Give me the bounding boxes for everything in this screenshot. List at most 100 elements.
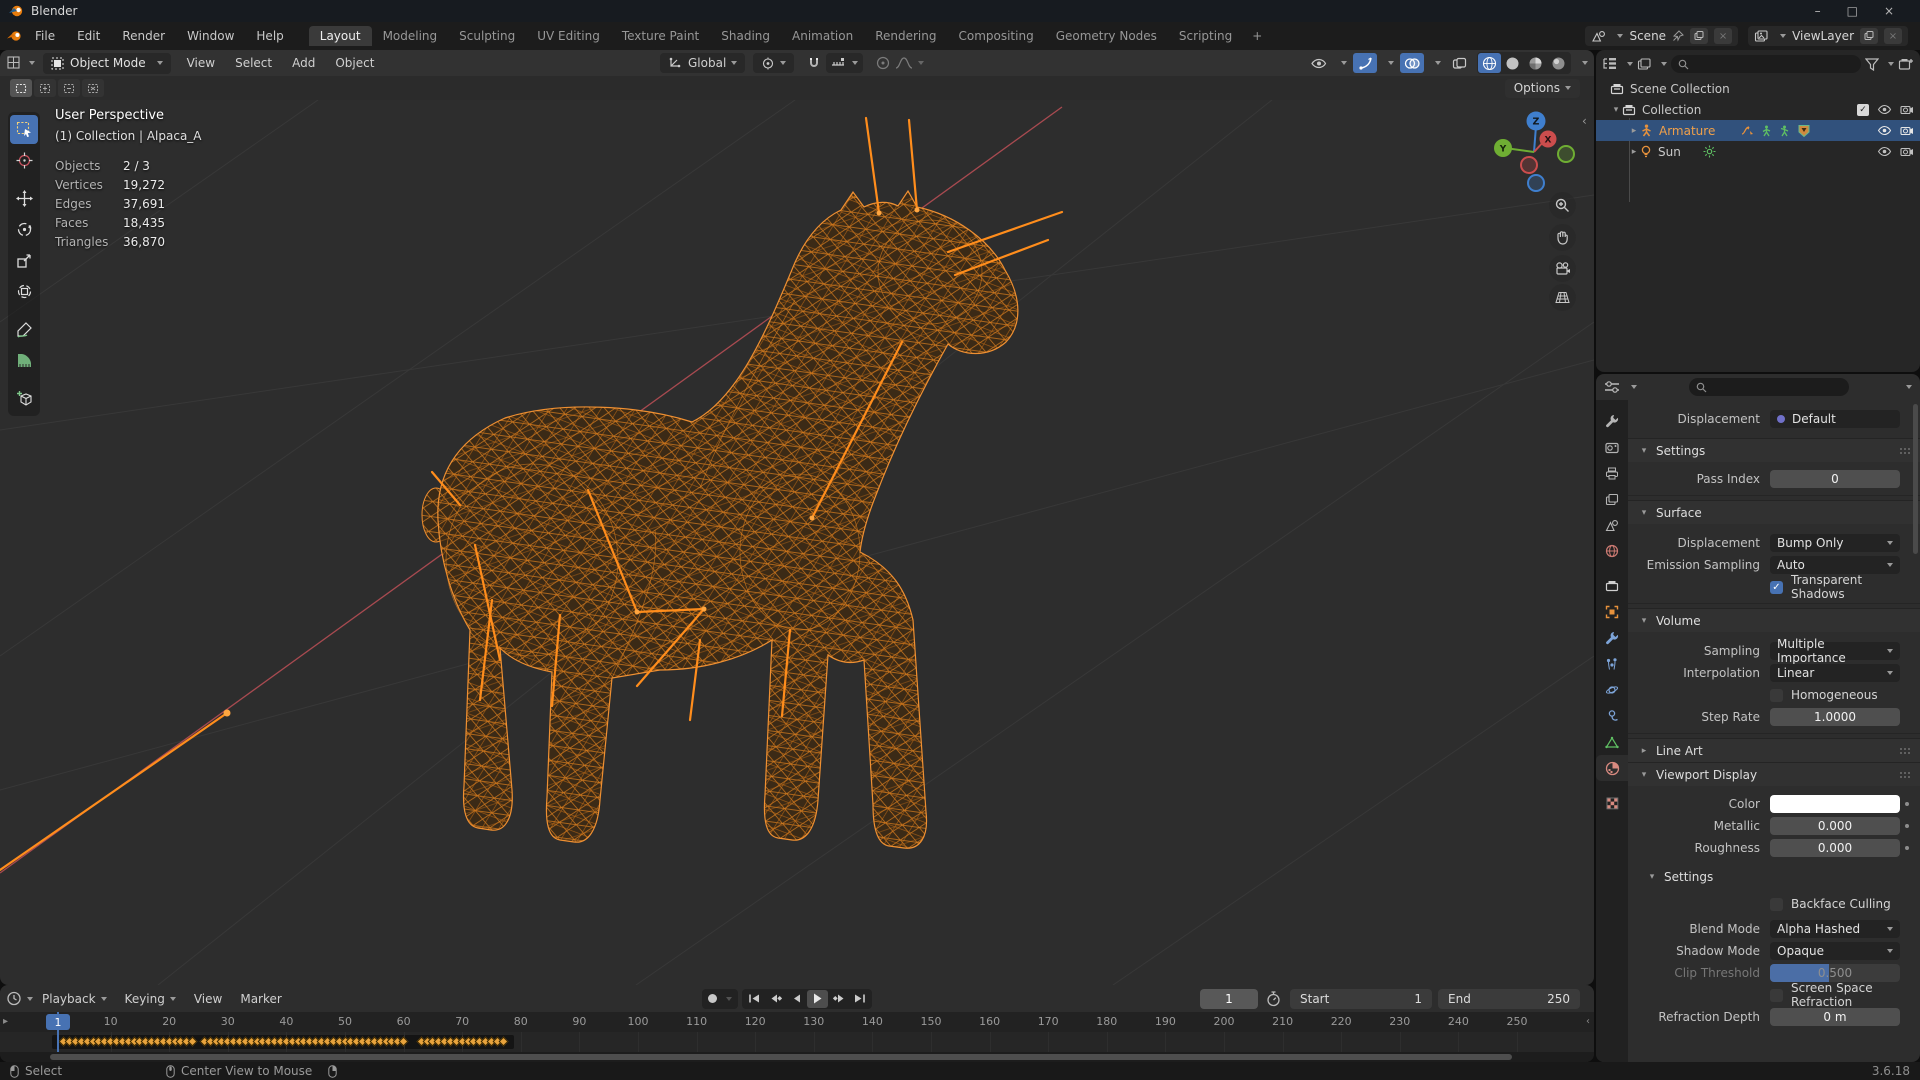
workspace-tab-scripting[interactable]: Scripting (1168, 26, 1243, 46)
volume-interpolation-dropdown[interactable]: Linear (1770, 664, 1900, 682)
shading-solid-button[interactable] (1501, 53, 1524, 73)
viewport-menu-object[interactable]: Object (325, 56, 384, 70)
tab-modifiers[interactable] (1596, 625, 1628, 651)
disclosure-triangle-icon[interactable]: ▾ (1610, 105, 1622, 115)
roughness-field[interactable]: 0.000 (1770, 839, 1900, 857)
menu-render[interactable]: Render (111, 29, 176, 43)
rotate-tool[interactable] (10, 215, 38, 244)
hide-eye-icon[interactable] (1877, 125, 1892, 136)
tab-tool[interactable] (1596, 408, 1628, 434)
alpaca-wireframe-mesh[interactable] (421, 190, 1019, 849)
shadow-mode-dropdown[interactable]: Opaque (1770, 942, 1900, 960)
timeline-menu-playback[interactable]: Playback (33, 992, 116, 1006)
viewport-color-swatch[interactable] (1770, 795, 1900, 813)
current-frame-field[interactable]: 1 (1200, 988, 1258, 1009)
menu-help[interactable]: Help (245, 29, 294, 43)
hide-eye-icon[interactable] (1877, 146, 1892, 157)
scale-tool[interactable] (10, 246, 38, 275)
chevron-down-icon[interactable] (1627, 62, 1633, 66)
metallic-field[interactable]: 0.000 (1770, 817, 1900, 835)
timeline-ruler[interactable]: 10 20 30 40 50 60 70 80 90 100 110 120 130 140 150 160 1… (0, 1012, 1594, 1032)
properties-scrollbar[interactable] (1913, 404, 1918, 554)
menu-window[interactable]: Window (176, 29, 245, 43)
view-layer-selector[interactable]: ViewLayer × (1748, 26, 1908, 46)
shading-material-button[interactable] (1524, 53, 1547, 73)
blend-mode-dropdown[interactable]: Alpha Hashed (1770, 920, 1900, 938)
navigation-gizmo[interactable]: Z X Y (1490, 105, 1582, 201)
panel-header-surface[interactable]: ▾ Surface (1628, 500, 1920, 524)
panel-header-line-art[interactable]: ▸ Line Art (1628, 738, 1920, 762)
collapse-region-icon[interactable]: ‹ (1586, 1016, 1590, 1027)
chevron-down-icon[interactable] (1888, 62, 1894, 66)
proportional-editing-toggle[interactable] (871, 53, 895, 73)
workspace-tab-texture-paint[interactable]: Texture Paint (611, 26, 710, 46)
workspace-tab-animation[interactable]: Animation (781, 26, 864, 46)
transparent-shadows-checkbox[interactable]: ✓ (1770, 580, 1783, 594)
drag-handle-icon[interactable] (1900, 747, 1910, 754)
gizmos-toggle[interactable] (1353, 53, 1377, 73)
gizmo-axis-x-neg[interactable] (1520, 156, 1538, 174)
refraction-depth-field[interactable]: 0 m (1770, 1008, 1900, 1026)
row-label[interactable]: Armature (1659, 124, 1715, 138)
timeline-scrollbar[interactable] (0, 1052, 1594, 1062)
volume-sampling-dropdown[interactable]: Multiple Importance (1770, 637, 1900, 665)
zoom-view-button[interactable] (1549, 192, 1576, 219)
expand-channels-icon[interactable]: ▸ (3, 1016, 8, 1027)
pan-view-button[interactable] (1549, 224, 1576, 251)
chevron-down-icon[interactable] (1435, 61, 1441, 65)
minimize-button[interactable]: – (1815, 4, 1821, 18)
overlays-toggle[interactable] (1400, 53, 1424, 73)
animate-dot-icon[interactable] (1900, 846, 1914, 850)
workspace-tab-geometry-nodes[interactable]: Geometry Nodes (1045, 26, 1168, 46)
disclosure-triangle-icon[interactable]: ▸ (1628, 126, 1640, 136)
chevron-down-icon[interactable] (1631, 385, 1637, 389)
outliner-row-sun[interactable]: ▸ Sun (1596, 141, 1920, 162)
xray-toggle[interactable] (1447, 53, 1471, 73)
select-mode-invert-button[interactable] (82, 79, 104, 97)
cursor-tool[interactable] (10, 146, 38, 175)
row-label[interactable]: Sun (1658, 145, 1681, 159)
backface-culling-checkbox[interactable] (1770, 897, 1783, 911)
workspace-tab-uv-editing[interactable]: UV Editing (526, 26, 611, 46)
scrollbar-thumb[interactable] (50, 1054, 1512, 1060)
gizmo-axis-z-neg[interactable] (1527, 174, 1545, 192)
select-mode-extend-button[interactable] (34, 79, 56, 97)
viewport-menu-view[interactable]: View (177, 56, 225, 70)
screen-space-refraction-checkbox[interactable] (1770, 988, 1783, 1002)
camera-view-button[interactable] (1549, 255, 1576, 282)
tab-output[interactable] (1596, 460, 1628, 486)
jump-to-end-button[interactable] (849, 990, 870, 1008)
chevron-down-icon[interactable] (1388, 61, 1394, 65)
workspace-tab-sculpting[interactable]: Sculpting (448, 26, 526, 46)
timeline-menu-view[interactable]: View (185, 992, 231, 1006)
new-view-layer-button[interactable] (1860, 28, 1878, 44)
annotate-tool[interactable] (10, 315, 38, 344)
hide-eye-icon[interactable] (1877, 104, 1892, 115)
scene-selector[interactable]: Scene × (1585, 26, 1739, 46)
tab-render[interactable] (1596, 434, 1628, 460)
tab-world[interactable] (1596, 538, 1628, 564)
select-mode-set-button[interactable] (10, 79, 32, 97)
blender-app-menu-icon[interactable] (6, 29, 24, 43)
pass-index-field[interactable]: 0 (1770, 470, 1900, 488)
panel-header-volume[interactable]: ▾ Volume (1628, 608, 1920, 632)
show-object-types-button[interactable] (1306, 53, 1330, 73)
render-visibility-camera-icon[interactable] (1900, 104, 1914, 115)
workspace-tab-modeling[interactable]: Modeling (372, 26, 449, 46)
subpanel-header-settings[interactable]: ▾ Settings (1628, 865, 1920, 889)
homogeneous-checkbox[interactable] (1770, 688, 1783, 702)
shading-rendered-button[interactable] (1547, 53, 1570, 73)
display-mode-icon[interactable] (1637, 57, 1652, 71)
play-button[interactable] (807, 989, 828, 1008)
filter-icon[interactable] (1865, 57, 1879, 71)
new-scene-button[interactable] (1690, 28, 1709, 44)
auto-keying-button[interactable] (702, 988, 738, 1009)
gizmo-axis-y-neg[interactable] (1557, 145, 1575, 163)
displacement-node-field[interactable]: Default (1770, 410, 1900, 428)
render-visibility-camera-icon[interactable] (1900, 146, 1914, 157)
transform-orientation-selector[interactable]: Global (660, 53, 746, 73)
close-button[interactable]: × (1884, 4, 1894, 18)
snap-target-selector[interactable] (826, 53, 864, 73)
editor-type-icon[interactable] (6, 55, 24, 71)
step-rate-field[interactable]: 1.0000 (1770, 708, 1900, 726)
